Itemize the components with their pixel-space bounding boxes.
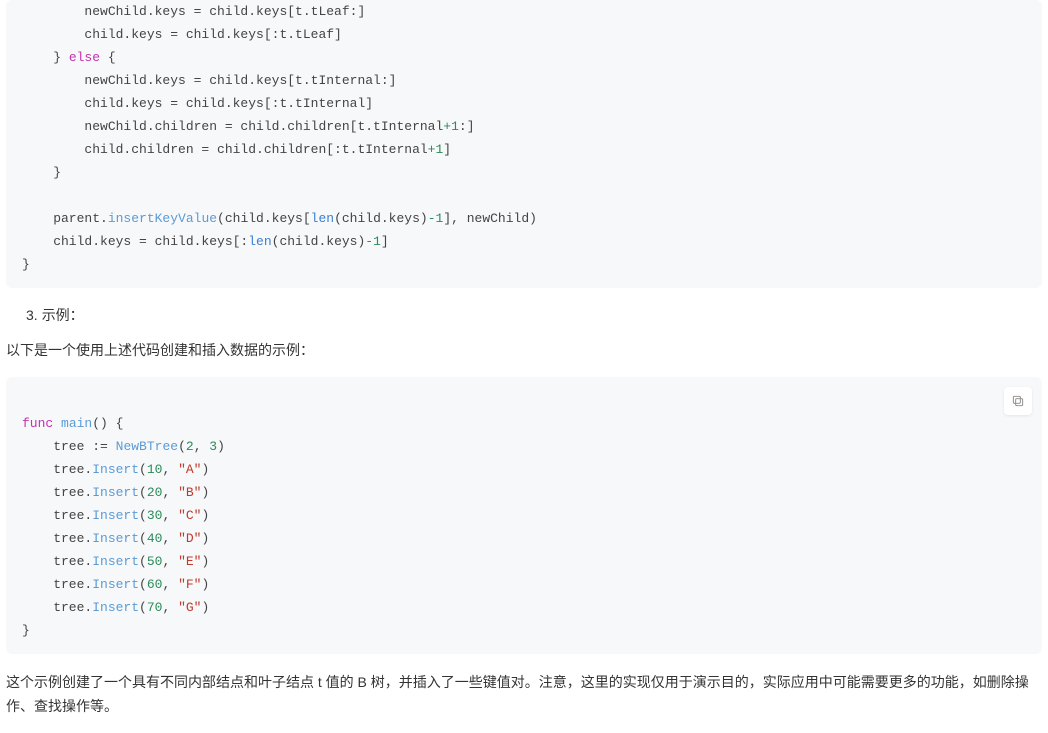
code-line: child.keys = child.keys[:len(child.keys)… xyxy=(22,234,389,249)
builtin-len: len xyxy=(248,234,271,249)
code-line: child.keys = child.keys[:t.tLeaf] xyxy=(22,27,342,42)
func-main: main xyxy=(61,416,92,431)
code-line: tree.Insert(40, "D") xyxy=(22,531,209,546)
code-line: tree.Insert(10, "A") xyxy=(22,462,209,477)
keyword-else: else xyxy=(69,50,100,65)
func-newbtree: NewBTree xyxy=(116,439,178,454)
keyword-func: func xyxy=(22,416,53,431)
code-block-splitchild: newChild.keys = child.keys[t.tLeaf:] chi… xyxy=(6,0,1042,288)
code-line: tree := NewBTree(2, 3) xyxy=(22,439,225,454)
code-line: tree.Insert(50, "E") xyxy=(22,554,209,569)
code-line: tree.Insert(60, "F") xyxy=(22,577,209,592)
paragraph-outro: 这个示例创建了一个具有不同内部结点和叶子结点 t 值的 B 树，并插入了一些键值… xyxy=(6,670,1042,719)
builtin-len: len xyxy=(311,211,334,226)
list-label: 示例： xyxy=(42,307,84,323)
code-line: newChild.keys = child.keys[t.tInternal:] xyxy=(22,73,396,88)
method-insertkeyvalue: insertKeyValue xyxy=(108,211,217,226)
paragraph-intro: 以下是一个使用上述代码创建和插入数据的示例： xyxy=(6,338,1042,363)
list-item-example: 3.示例： xyxy=(26,304,1048,326)
code-line: func main() { xyxy=(22,416,123,431)
list-number: 3. xyxy=(26,307,38,323)
code-line: child.keys = child.keys[:t.tInternal] xyxy=(22,96,373,111)
copy-button[interactable] xyxy=(1004,387,1032,415)
code-line: } xyxy=(22,257,30,272)
copy-icon xyxy=(1011,394,1025,408)
code-block-main: func main() { tree := NewBTree(2, 3) tre… xyxy=(6,377,1042,654)
code-line: } xyxy=(22,623,30,638)
code-line: } xyxy=(22,165,61,180)
code-line: parent.insertKeyValue(child.keys[len(chi… xyxy=(22,211,537,226)
code-line: newChild.children = child.children[t.tIn… xyxy=(22,119,475,134)
code-line: newChild.keys = child.keys[t.tLeaf:] xyxy=(22,4,365,19)
code-line: child.children = child.children[:t.tInte… xyxy=(22,142,451,157)
code-line: } else { xyxy=(22,50,116,65)
code-line: tree.Insert(20, "B") xyxy=(22,485,209,500)
code-line: tree.Insert(70, "G") xyxy=(22,600,209,615)
code-line: tree.Insert(30, "C") xyxy=(22,508,209,523)
